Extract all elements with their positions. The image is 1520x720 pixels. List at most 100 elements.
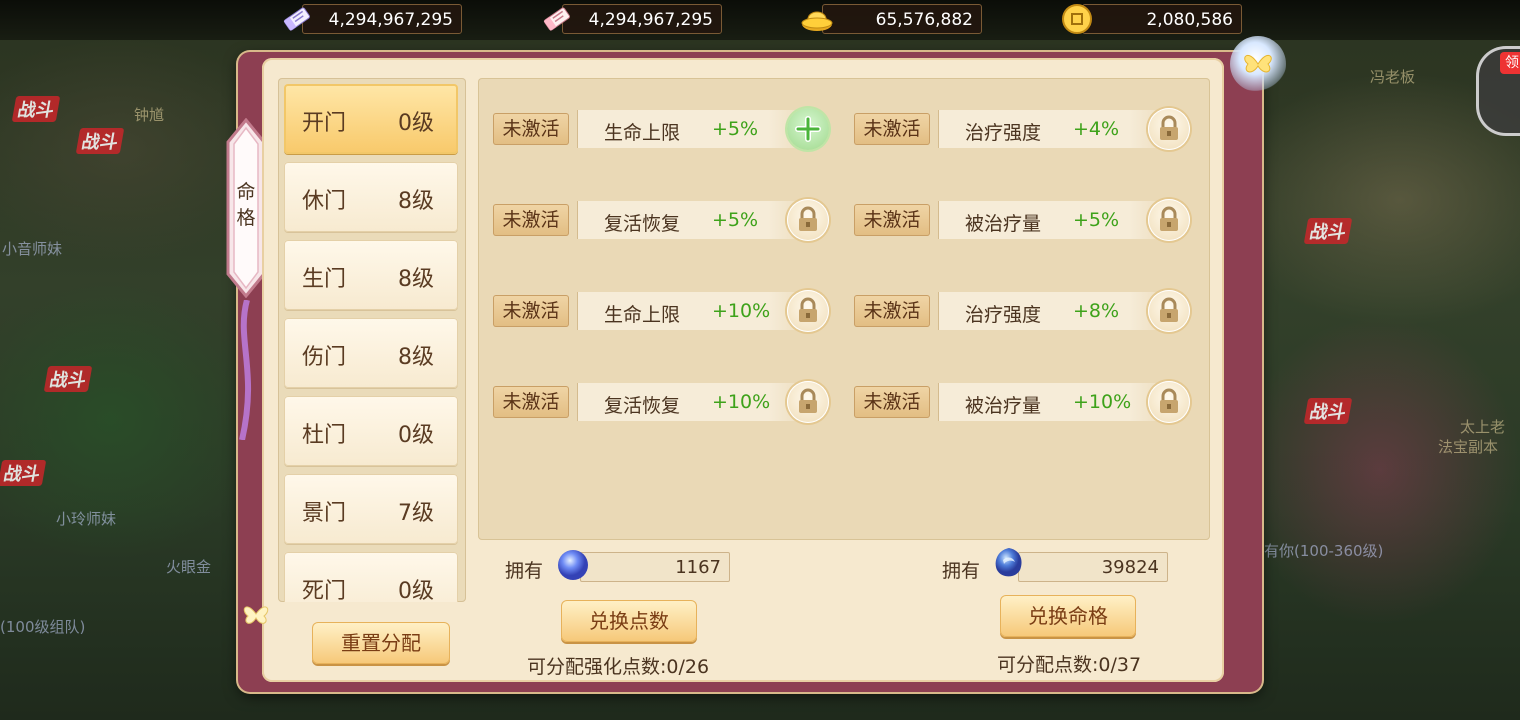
npc-label: 钟馗: [134, 106, 165, 124]
attribute-row: 复活恢复 +5%: [577, 201, 816, 239]
lock-icon: [1160, 388, 1178, 413]
gate-name: 开门: [302, 111, 347, 136]
butterfly-decoration-icon: [243, 606, 269, 624]
npc-label: 冯老板: [1370, 68, 1416, 86]
lock-icon: [799, 297, 817, 322]
gate-name: 死门: [302, 579, 347, 602]
attribute-state-badge: 未激活: [854, 295, 930, 327]
currency-value: 2,080,586: [1082, 4, 1242, 34]
attribute-value: +5%: [712, 209, 759, 231]
attribute-state-badge: 未激活: [493, 295, 569, 327]
gate-name: 伤门: [302, 345, 347, 370]
attribute-row: 复活恢复 +10%: [577, 383, 816, 421]
attribute-state-badge: 未激活: [493, 204, 569, 236]
attribute-state-badge: 未激活: [854, 113, 930, 145]
battle-tag: 战斗: [1303, 218, 1353, 244]
gate-name: 杜门: [302, 423, 347, 448]
gold-ingot-icon: [801, 11, 833, 31]
npc-label: 火眼金: [166, 558, 212, 576]
attribute-value: +5%: [1073, 209, 1120, 231]
reset-allocation-button[interactable]: 重置分配: [312, 622, 450, 664]
attribute-row: 生命上限 +10%: [577, 292, 816, 330]
destiny-owned-value: 39824: [1018, 552, 1168, 582]
lock-icon: [1160, 297, 1178, 322]
locked-slot-button[interactable]: [1148, 199, 1190, 241]
gate-name: 生门: [302, 267, 347, 292]
attribute-row: 治疗强度 +4%: [938, 110, 1177, 148]
exchange-destiny-button[interactable]: 兑换命格: [1000, 595, 1136, 637]
destiny-crystal-icon: [995, 548, 1022, 577]
gate-level: 8级: [398, 189, 434, 214]
npc-label: 小音师妹: [2, 240, 63, 258]
gate-item-jingmen[interactable]: 景门 7级: [284, 474, 458, 544]
attribute-value: +4%: [1073, 118, 1120, 140]
locked-slot-button[interactable]: [1148, 381, 1190, 423]
attribute-value: +8%: [1073, 300, 1120, 322]
attribute-value: +10%: [712, 300, 771, 322]
exchange-points-button[interactable]: 兑换点数: [561, 600, 697, 642]
attribute-state-badge: 未激活: [493, 386, 569, 418]
activate-plus-button[interactable]: [787, 108, 829, 150]
attribute-value: +10%: [1073, 391, 1132, 413]
attribute-name: 生命上限: [604, 122, 681, 144]
points-owned-value: 1167: [580, 552, 730, 582]
attribute-name: 复活恢复: [604, 213, 681, 235]
lock-icon: [799, 206, 817, 231]
side-tab-label: 格: [236, 207, 255, 229]
blue-orb-icon: [558, 550, 588, 580]
gate-list: 开门 0级 休门 8级 生门 8级 伤门 8级 杜门 0级 景门 7级 死门 0…: [278, 78, 466, 602]
locked-slot-button[interactable]: [1148, 290, 1190, 332]
battle-tag: 战斗: [0, 460, 47, 486]
gate-item-xiumen[interactable]: 休门 8级: [284, 162, 458, 232]
claim-tag: 领: [1500, 52, 1520, 74]
gate-item-dumen[interactable]: 杜门 0级: [284, 396, 458, 466]
gate-level: 0级: [398, 579, 434, 602]
gold-coin-icon: [1062, 4, 1092, 34]
attribute-name: 治疗强度: [965, 122, 1042, 144]
lock-icon: [1160, 115, 1178, 140]
battle-tag: 战斗: [1303, 398, 1353, 424]
gate-name: 景门: [302, 501, 347, 526]
gate-name: 休门: [302, 189, 347, 214]
gate-level: 0级: [398, 423, 434, 448]
gate-item-shangmen[interactable]: 伤门 8级: [284, 318, 458, 388]
ribbon-decoration: [239, 300, 252, 440]
gate-item-kaimen[interactable]: 开门 0级: [284, 84, 458, 154]
gate-item-shengmen[interactable]: 生门 8级: [284, 240, 458, 310]
scroll-ticket-icon: [283, 7, 310, 31]
locked-slot-button[interactable]: [787, 199, 829, 241]
npc-label: 小玲师妹: [56, 510, 117, 528]
currency-bar: 4,294,967,295 4,294,967,295 65,576,882 2…: [0, 0, 1520, 40]
attribute-state-badge: 未激活: [854, 204, 930, 236]
attribute-row: 被治疗量 +5%: [938, 201, 1177, 239]
currency-value: 4,294,967,295: [562, 4, 722, 34]
allocatable-points: 可分配点数:0/37: [997, 654, 1142, 676]
gate-level: 7级: [398, 501, 434, 526]
attribute-name: 复活恢复: [604, 395, 681, 417]
attribute-name: 生命上限: [604, 304, 681, 326]
owned-label: 拥有: [942, 560, 981, 582]
claim-reward-button[interactable]: 领: [1476, 46, 1520, 136]
battle-tag: 战斗: [75, 128, 125, 154]
scroll-ticket-icon: [543, 7, 570, 31]
gate-level: 8级: [398, 345, 434, 370]
battle-tag: 战斗: [43, 366, 93, 392]
attribute-name: 被治疗量: [965, 213, 1042, 235]
close-button[interactable]: [1230, 36, 1286, 92]
attribute-value: +10%: [712, 391, 771, 413]
butterfly-close-icon: [1244, 54, 1272, 73]
lock-icon: [1160, 206, 1178, 231]
battle-tag: 战斗: [11, 96, 61, 122]
plus-icon: [795, 116, 821, 142]
attribute-row: 被治疗量 +10%: [938, 383, 1177, 421]
attribute-state-badge: 未激活: [854, 386, 930, 418]
lock-icon: [799, 388, 817, 413]
attribute-value: +5%: [712, 118, 759, 140]
locked-slot-button[interactable]: [787, 290, 829, 332]
attribute-state-badge: 未激活: [493, 113, 569, 145]
attribute-name: 被治疗量: [965, 395, 1042, 417]
locked-slot-button[interactable]: [1148, 108, 1190, 150]
gate-item-simen[interactable]: 死门 0级: [284, 552, 458, 602]
allocatable-enhance-points: 可分配强化点数:0/26: [527, 656, 710, 678]
locked-slot-button[interactable]: [787, 381, 829, 423]
